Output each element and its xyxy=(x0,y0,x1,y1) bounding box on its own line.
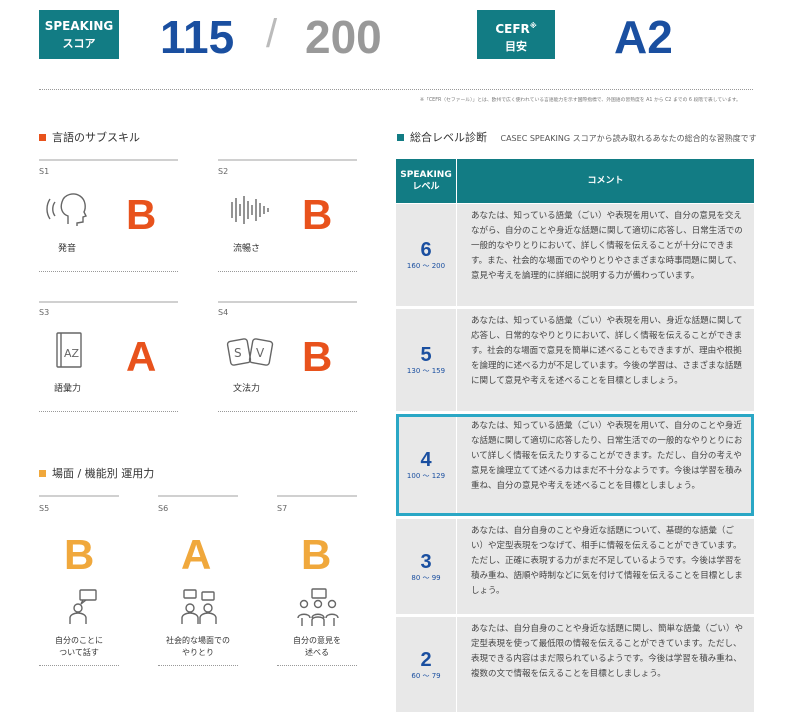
cefr-footnote: ※「CEFR（セファール）」とは、欧州で広く使われている言語能力を示す国際指標で… xyxy=(420,98,741,103)
sv-cards-icon: S V xyxy=(226,338,274,366)
level-table: SPEAKING レベル コメント xyxy=(396,159,754,203)
skill-code: S3 xyxy=(39,308,50,317)
skill-grade: B xyxy=(126,191,157,238)
group-discussion-icon xyxy=(297,588,339,626)
waveform-icon xyxy=(231,196,269,224)
skill-grade: B xyxy=(301,531,332,578)
skill-code: S6 xyxy=(158,504,169,513)
skill-grade: A xyxy=(181,531,212,578)
skill-name: 自分の意見を 述べる xyxy=(293,636,341,657)
skill-grade: B xyxy=(302,333,333,380)
skill-code: S2 xyxy=(218,167,229,176)
skill-code: S4 xyxy=(218,308,229,317)
skill-name: 文法力 xyxy=(233,384,261,394)
skill-grade: A xyxy=(126,333,157,380)
diagnosis-title: 総合レベル診断 CASEC SPEAKING スコアから読み取れるあなたの総合的… xyxy=(397,129,757,145)
skill-name: 語彙力 xyxy=(54,384,82,394)
skill-grade: B xyxy=(64,531,95,578)
subskills-title: 言語のサブスキル xyxy=(39,129,140,145)
svg-text:AZ: AZ xyxy=(64,347,80,360)
table-row: 5 130 〜 159 あなたは、知っている語彙（ごい）や表現を用い、身近な話題… xyxy=(396,309,754,411)
table-row: 2 60 〜 79 あなたは、自分自身のことや身近な話題に関し、簡単な語彙（ごい… xyxy=(396,617,754,712)
skill-name: 自分のことに ついて話す xyxy=(55,636,103,657)
score-value: 115 xyxy=(160,11,235,63)
skill-name: 発音 xyxy=(58,244,77,254)
speaking-head-icon xyxy=(46,193,87,226)
speaking-score-label: SPEAKING スコア xyxy=(39,10,119,59)
header-divider xyxy=(39,89,753,90)
dictionary-icon: AZ xyxy=(56,332,82,368)
skill-code: S5 xyxy=(39,504,50,513)
skill-grade: B xyxy=(302,191,333,238)
svg-text:S: S xyxy=(234,346,242,360)
max-score: 200 xyxy=(305,11,382,63)
diagnosis-subtitle: CASEC SPEAKING スコアから読み取れるあなたの総合的な習熟度です xyxy=(500,134,757,143)
skill-code: S1 xyxy=(39,167,50,176)
skill-name: 流暢さ xyxy=(233,244,261,254)
functional-title: 場面 / 機能別 運用力 xyxy=(39,465,154,481)
table-header: SPEAKING レベル コメント xyxy=(396,159,754,203)
table-row: 3 80 〜 99 あなたは、自分自身のことや身近な話題について、基礎的な語彙（… xyxy=(396,519,754,614)
skill-code: S7 xyxy=(277,504,288,513)
two-people-icon xyxy=(181,589,217,624)
col-comment-header: コメント xyxy=(587,176,624,186)
cefr-level: A2 xyxy=(614,11,673,63)
table-row: 6 160 〜 200 あなたは、知っている語彙（ごい）や表現を用いて、自分の意… xyxy=(396,204,754,306)
score-slash: / xyxy=(266,12,278,56)
table-row-highlighted: 4 100 〜 129 あなたは、知っている語彙（ごい）や表現を用いて、自分のこ… xyxy=(396,414,754,516)
cefr-label: CEFR※ 目安 xyxy=(477,10,555,59)
skill-name: 社会的な場面での やりとり xyxy=(166,636,230,657)
person-speech-icon xyxy=(69,589,97,624)
svg-text:V: V xyxy=(256,346,265,360)
level-rows: 6 160 〜 200 あなたは、知っている語彙（ごい）や表現を用いて、自分の意… xyxy=(396,204,754,712)
col-level-header: SPEAKING レベル xyxy=(400,170,452,192)
